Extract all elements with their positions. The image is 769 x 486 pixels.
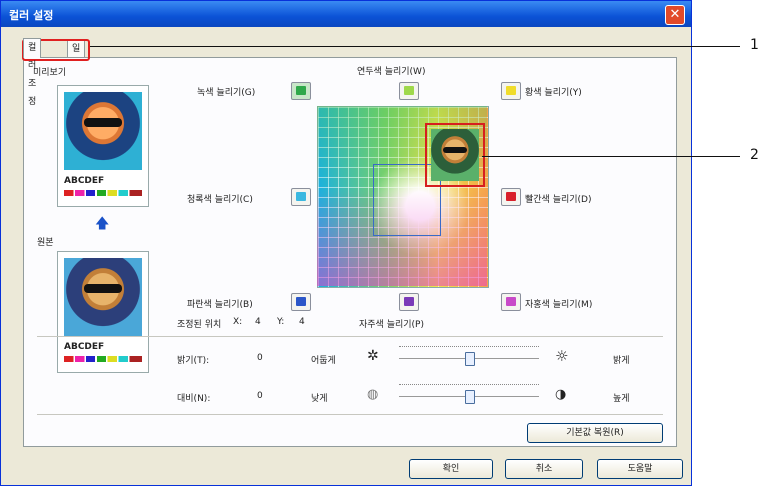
yellow-increase-button[interactable]	[501, 82, 521, 100]
contrast-low-label: 낮게	[311, 394, 328, 404]
contrast-high-label: 높게	[613, 394, 630, 404]
separator	[37, 336, 663, 337]
cyan-increase-label: 청록색 늘리기(C)	[187, 195, 253, 205]
thumb-text: ABCDEF	[64, 176, 105, 186]
lightgreen-increase-button[interactable]	[399, 82, 419, 100]
brightness-value: 0	[257, 353, 263, 363]
brightness-high-label: 밝게	[613, 356, 630, 366]
close-icon[interactable]: ✕	[665, 5, 685, 25]
green-increase-label: 녹색 늘리기(G)	[197, 88, 256, 98]
brightness-label: 밝기(T):	[177, 356, 210, 366]
position-y-value: 4	[299, 317, 305, 327]
blue-increase-button[interactable]	[291, 293, 311, 311]
red-increase-button[interactable]	[501, 188, 521, 206]
cancel-button[interactable]: 취소	[505, 459, 583, 479]
cyan-increase-button[interactable]	[291, 188, 311, 206]
dim-sun-icon: ✲	[367, 348, 379, 364]
arrow-up-icon: 🡅	[95, 216, 110, 232]
contrast-value: 0	[257, 391, 263, 401]
grid-title: 연두색 늘리기(W)	[357, 67, 426, 77]
bright-sun-icon: ☼	[555, 347, 569, 365]
position-label: 조정된 위치	[177, 320, 222, 330]
contrast-ticks	[399, 384, 539, 389]
separator-bottom	[37, 414, 663, 415]
high-contrast-icon: ◑	[555, 387, 567, 402]
position-y-label: Y:	[277, 317, 285, 327]
green-increase-button[interactable]	[291, 82, 311, 100]
brightness-slider[interactable]	[465, 352, 475, 366]
callout-number-1: 1	[750, 37, 759, 53]
tab-color-adjust[interactable]: 컬러 조정	[23, 38, 42, 107]
title-bar: 컬러 설정 ✕	[1, 1, 691, 27]
magenta-increase-button[interactable]	[501, 293, 521, 311]
brightness-low-label: 어둡게	[311, 356, 336, 366]
original-image: ABCDEF	[57, 251, 149, 373]
position-x-label: X:	[233, 317, 243, 327]
red-increase-label: 빨간색 늘리기(D)	[525, 195, 592, 205]
brightness-ticks	[399, 346, 539, 351]
preview-label: 미리보기	[33, 68, 67, 78]
original-label: 원본	[37, 238, 54, 248]
callout-number-2: 2	[750, 147, 759, 163]
window-title: 컬러 설정	[9, 9, 54, 22]
preview-image: ABCDEF	[57, 85, 149, 207]
contrast-label: 대비(N):	[177, 394, 211, 404]
magenta-increase-label: 자홍색 늘리기(M)	[525, 300, 593, 310]
low-contrast-icon: ◍	[367, 387, 379, 402]
callout-line-2	[482, 156, 740, 157]
position-marker[interactable]	[425, 123, 485, 187]
position-x-value: 4	[255, 317, 261, 327]
restore-defaults-button[interactable]: 기본값 복원(R)	[527, 423, 663, 443]
thumb-text-original: ABCDEF	[64, 342, 105, 352]
help-button[interactable]: 도움말	[597, 459, 683, 479]
yellow-increase-label: 황색 늘리기(Y)	[525, 88, 582, 98]
callout-line-1	[90, 46, 740, 47]
contrast-slider[interactable]	[465, 390, 475, 404]
blue-increase-label: 파란색 늘리기(B)	[187, 300, 253, 310]
ok-button[interactable]: 확인	[409, 459, 493, 479]
purple-increase-button[interactable]	[399, 293, 419, 311]
purple-increase-label: 자주색 늘리기(P)	[359, 320, 424, 330]
color-settings-window: 컬러 설정 ✕ 컬러 조정 일치 미리보기 ABCDEF 🡅 원본 ABCDEF…	[0, 0, 692, 486]
